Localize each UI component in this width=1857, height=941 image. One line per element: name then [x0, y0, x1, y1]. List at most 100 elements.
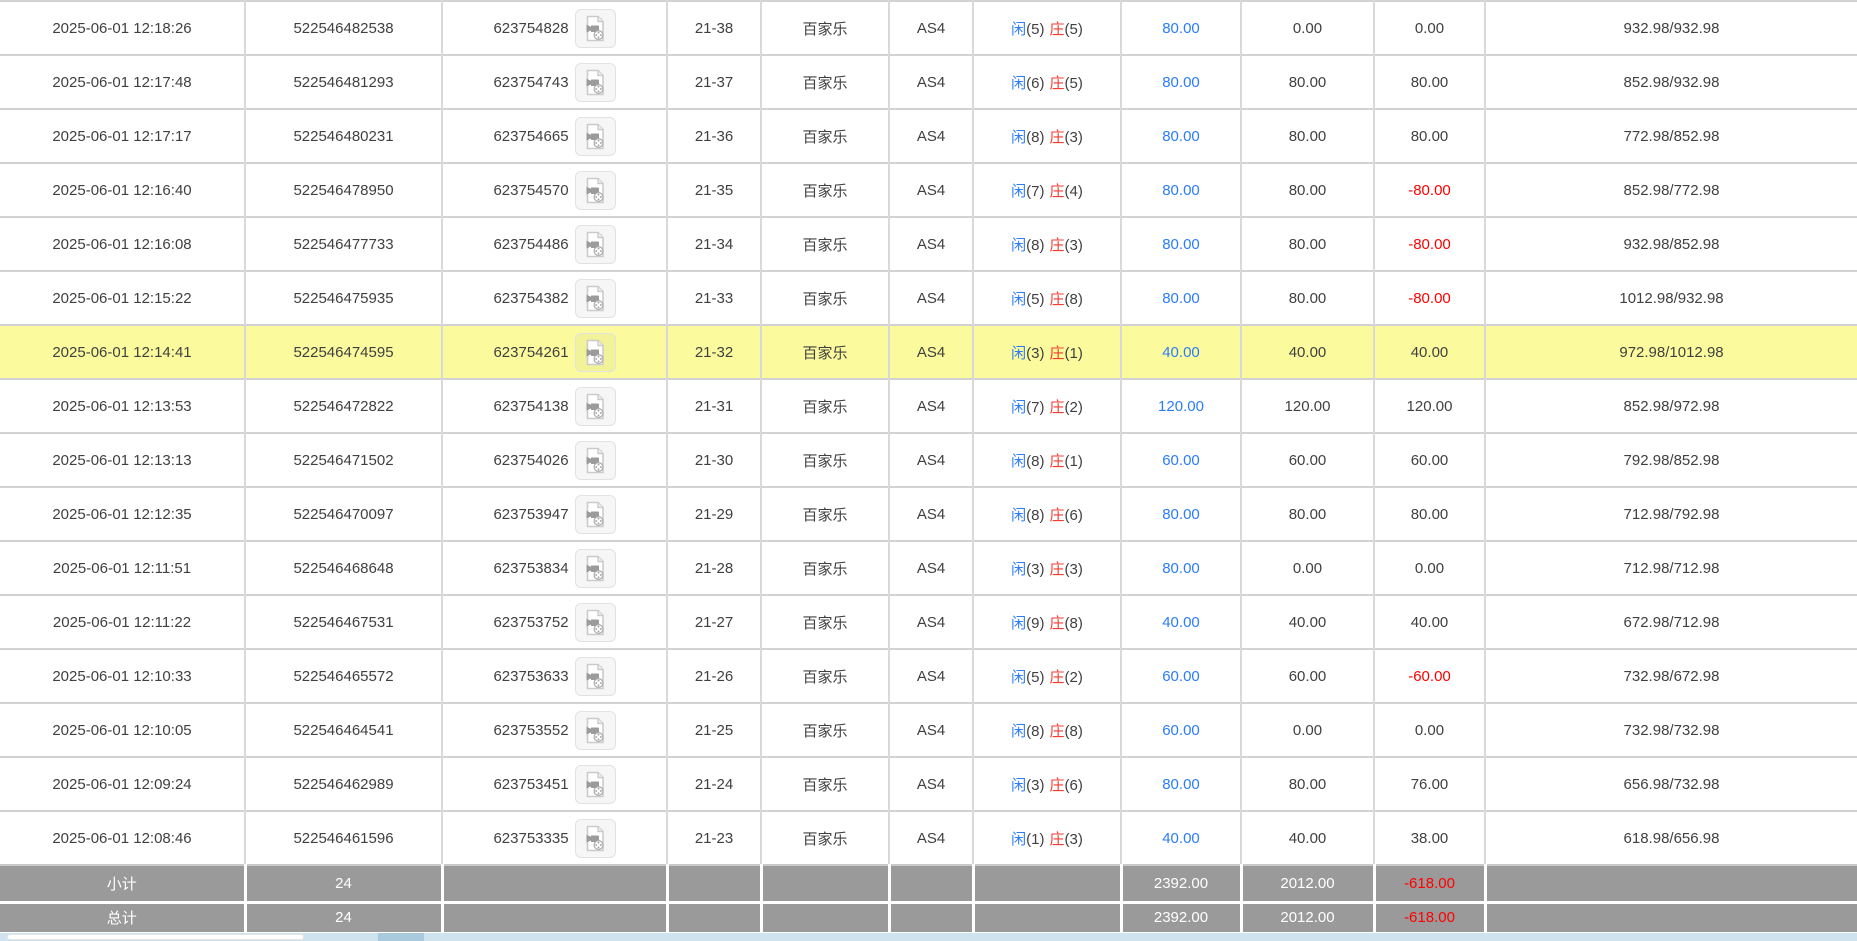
total-count: 24	[245, 902, 442, 932]
bet-amount-link[interactable]: 60.00	[1162, 722, 1200, 739]
order-no-cell: 522546464541	[245, 703, 442, 757]
order-no-cell: 522546481293	[245, 55, 442, 109]
balance-value: 732.98/672.98	[1624, 668, 1720, 685]
balance-value: 772.98/852.98	[1624, 128, 1720, 145]
game-no-group: 623754138	[443, 387, 666, 426]
scrollbar-thumb[interactable]	[7, 934, 304, 940]
round-cell: 21-23	[667, 811, 761, 865]
video-replay-button[interactable]	[575, 9, 616, 48]
valid-bet: 80.00	[1289, 236, 1327, 253]
bet-time: 2025-06-01 12:09:24	[52, 776, 191, 793]
subtotal-empty-cell	[973, 865, 1121, 902]
player-score: (5)	[1026, 291, 1044, 308]
table-row: 2025-06-01 12:11:51 522546468648 6237538…	[0, 541, 1857, 595]
bet-amount-link[interactable]: 80.00	[1162, 20, 1200, 37]
video-replay-button[interactable]	[575, 117, 616, 156]
order-no: 522546468648	[293, 560, 393, 577]
banker-score: (8)	[1065, 723, 1083, 740]
bet-amount-link[interactable]: 80.00	[1162, 182, 1200, 199]
table-row: 2025-06-01 12:12:35 522546470097 6237539…	[0, 487, 1857, 541]
horizontal-scrollbar[interactable]	[0, 933, 1857, 941]
table-row: 2025-06-01 12:16:08 522546477733 6237544…	[0, 217, 1857, 271]
bet-amount-link[interactable]: 80.00	[1162, 290, 1200, 307]
order-no: 522546477733	[293, 236, 393, 253]
bet-amount-link[interactable]: 80.00	[1162, 236, 1200, 253]
table-name: AS4	[917, 776, 945, 793]
bet-time-cell: 2025-06-01 12:13:53	[0, 379, 245, 433]
valid-bet-cell: 80.00	[1241, 217, 1374, 271]
bet-amount-link[interactable]: 80.00	[1162, 560, 1200, 577]
winloss-value: 40.00	[1411, 344, 1449, 361]
round-cell: 21-28	[667, 541, 761, 595]
video-replay-button[interactable]	[575, 171, 616, 210]
balance-value: 712.98/792.98	[1624, 506, 1720, 523]
valid-bet-cell: 0.00	[1241, 1, 1374, 55]
table-name-cell: AS4	[889, 595, 973, 649]
video-replay-button[interactable]	[575, 63, 616, 102]
valid-bet: 40.00	[1289, 614, 1327, 631]
total-empty-cell	[667, 902, 761, 932]
order-no-cell: 522546475935	[245, 271, 442, 325]
game-type: 百家乐	[802, 507, 847, 524]
table-name-cell: AS4	[889, 217, 973, 271]
table-name: AS4	[917, 128, 945, 145]
bet-amount-link[interactable]: 40.00	[1162, 344, 1200, 361]
round-cell: 21-24	[667, 757, 761, 811]
video-replay-button[interactable]	[575, 279, 616, 318]
round-no: 21-37	[695, 74, 733, 91]
player-label: 闲	[1011, 129, 1026, 146]
player-label: 闲	[1011, 75, 1026, 92]
video-file-icon	[583, 285, 607, 312]
round-no: 21-32	[695, 344, 733, 361]
game-no: 623754026	[493, 452, 568, 469]
video-replay-button[interactable]	[575, 819, 616, 858]
order-no: 522546481293	[293, 74, 393, 91]
player-label: 闲	[1011, 669, 1026, 686]
video-replay-button[interactable]	[575, 711, 616, 750]
game-no: 623753335	[493, 830, 568, 847]
video-replay-button[interactable]	[575, 549, 616, 588]
video-replay-button[interactable]	[575, 495, 616, 534]
bet-amount-link[interactable]: 80.00	[1162, 128, 1200, 145]
banker-label: 庄	[1050, 507, 1065, 524]
bet-amount-link[interactable]: 80.00	[1162, 506, 1200, 523]
video-replay-button[interactable]	[575, 387, 616, 426]
player-label: 闲	[1011, 507, 1026, 524]
balance-cell: 732.98/732.98	[1485, 703, 1857, 757]
result-cell: 闲(8)庄(3)	[973, 109, 1121, 163]
table-row: 2025-06-01 12:10:33 522546465572 6237536…	[0, 649, 1857, 703]
bet-amount-link[interactable]: 80.00	[1162, 776, 1200, 793]
game-no-cell: 623753633	[442, 649, 667, 703]
bet-amount-link[interactable]: 60.00	[1162, 452, 1200, 469]
banker-label: 庄	[1050, 75, 1065, 92]
round-no: 21-28	[695, 560, 733, 577]
video-replay-button[interactable]	[575, 441, 616, 480]
valid-bet-cell: 80.00	[1241, 487, 1374, 541]
round-cell: 21-26	[667, 649, 761, 703]
bet-amount-link[interactable]: 40.00	[1162, 830, 1200, 847]
video-replay-button[interactable]	[575, 603, 616, 642]
video-replay-button[interactable]	[575, 333, 616, 372]
video-replay-button[interactable]	[575, 225, 616, 264]
video-replay-button[interactable]	[575, 765, 616, 804]
game-no-cell: 623754138	[442, 379, 667, 433]
valid-bet-cell: 40.00	[1241, 325, 1374, 379]
winloss-value: 80.00	[1411, 128, 1449, 145]
bet-amount-link[interactable]: 40.00	[1162, 614, 1200, 631]
bet-time: 2025-06-01 12:12:35	[52, 506, 191, 523]
valid-bet-cell: 40.00	[1241, 595, 1374, 649]
result-cell: 闲(5)庄(2)	[973, 649, 1121, 703]
table-name: AS4	[917, 830, 945, 847]
bet-amount-link[interactable]: 80.00	[1162, 74, 1200, 91]
video-file-icon	[583, 447, 607, 474]
banker-score: (6)	[1065, 777, 1083, 794]
game-type-cell: 百家乐	[761, 379, 889, 433]
video-replay-button[interactable]	[575, 657, 616, 696]
bet-time-cell: 2025-06-01 12:11:22	[0, 595, 245, 649]
bet-amount-link[interactable]: 120.00	[1158, 398, 1204, 415]
bet-amount-link[interactable]: 60.00	[1162, 668, 1200, 685]
total-row: 总计 24 2392.00 2012.00 -618.00	[0, 902, 1857, 932]
table-name: AS4	[917, 722, 945, 739]
subtotal-empty-cell	[667, 865, 761, 902]
balance-cell: 712.98/792.98	[1485, 487, 1857, 541]
